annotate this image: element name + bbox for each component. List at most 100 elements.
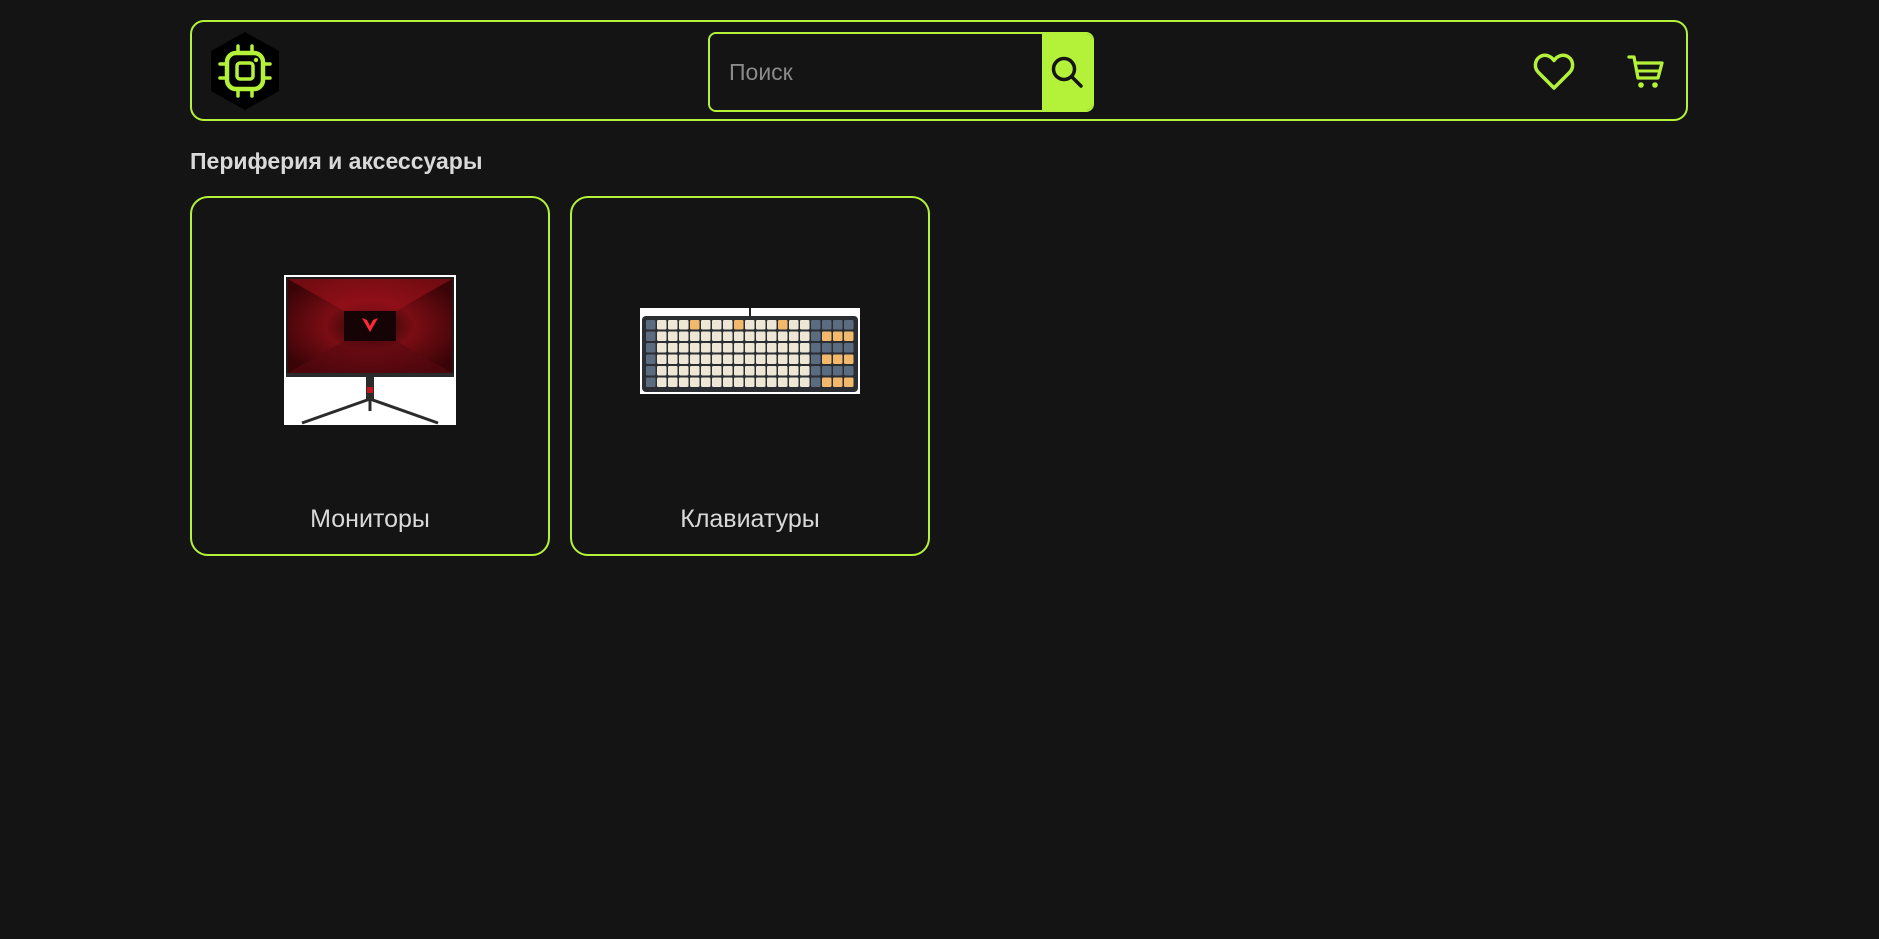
keycap [833,377,843,387]
keycap [756,320,766,330]
keycap [822,331,832,341]
keycap [723,331,733,341]
keycap [690,320,700,330]
keycap [646,354,656,364]
keycap [701,320,711,330]
keycap [657,320,667,330]
keycap [822,354,832,364]
keycap [679,343,689,353]
keycap [811,343,821,353]
keycap [646,377,656,387]
keycap [745,354,755,364]
keycap [767,320,777,330]
logo[interactable] [204,30,286,112]
keycap [723,343,733,353]
keycap [723,354,733,364]
keycap [778,354,788,364]
keycap [657,377,667,387]
keycap [800,366,810,376]
monitor-image [284,275,456,425]
keycap [811,331,821,341]
keycap [690,366,700,376]
keycap [844,320,854,330]
keycap [789,320,799,330]
keycap [734,320,744,330]
keycap [778,331,788,341]
keycap [668,343,678,353]
keycap [844,343,854,353]
category-card-keyboards[interactable]: Клавиатуры [570,196,930,556]
keycap [734,331,744,341]
keycap [811,377,821,387]
keycap [789,377,799,387]
keycap [745,377,755,387]
keycap [745,320,755,330]
site-header [190,20,1688,121]
keycap [756,366,766,376]
keycap [657,366,667,376]
search-icon [1051,56,1083,88]
heart-icon [1533,53,1575,90]
keycap [789,366,799,376]
keycap [833,366,843,376]
keycap [701,331,711,341]
keyboard-image [640,308,860,394]
keycap [756,377,766,387]
keycap [646,343,656,353]
keycap [844,377,854,387]
keycap [789,354,799,364]
section-title: Периферия и аксессуары [190,148,483,174]
keycap [745,331,755,341]
keycap [745,343,755,353]
keycap [822,377,832,387]
keycap [657,354,667,364]
keycap [712,320,722,330]
keycap [646,366,656,376]
search-input[interactable] [710,34,1042,110]
keycap [844,331,854,341]
keycap [690,377,700,387]
keycap [690,331,700,341]
keycap [844,366,854,376]
keycap [833,331,843,341]
keycap [712,366,722,376]
search-button[interactable] [1042,34,1092,110]
keycap [668,354,678,364]
category-card-monitors[interactable]: Мониторы [190,196,550,556]
keycap [701,354,711,364]
keycap [800,331,810,341]
keycap [657,343,667,353]
keycap [833,320,843,330]
keycap [778,320,788,330]
keycap [646,320,656,330]
keycap [822,366,832,376]
keycap [734,354,744,364]
cart-icon [1627,55,1664,88]
cart-button[interactable] [1624,50,1668,94]
keycap [756,343,766,353]
keycap [734,343,744,353]
keycap [712,331,722,341]
keycap [811,366,821,376]
keycap [679,354,689,364]
keycap [811,320,821,330]
keycap [701,366,711,376]
keycap [679,377,689,387]
keycap [800,354,810,364]
keycap [690,354,700,364]
keycap [701,343,711,353]
keycap [767,354,777,364]
keycap [800,343,810,353]
keycap [811,354,821,364]
keycap [646,331,656,341]
keycap [822,343,832,353]
keycap [800,377,810,387]
category-label: Клавиатуры [680,505,820,533]
chip-logo-icon [211,32,279,110]
keycap [756,331,766,341]
keycap [767,343,777,353]
keycap [712,354,722,364]
favorites-button[interactable] [1532,50,1576,94]
keycap [789,343,799,353]
keycap [767,377,777,387]
